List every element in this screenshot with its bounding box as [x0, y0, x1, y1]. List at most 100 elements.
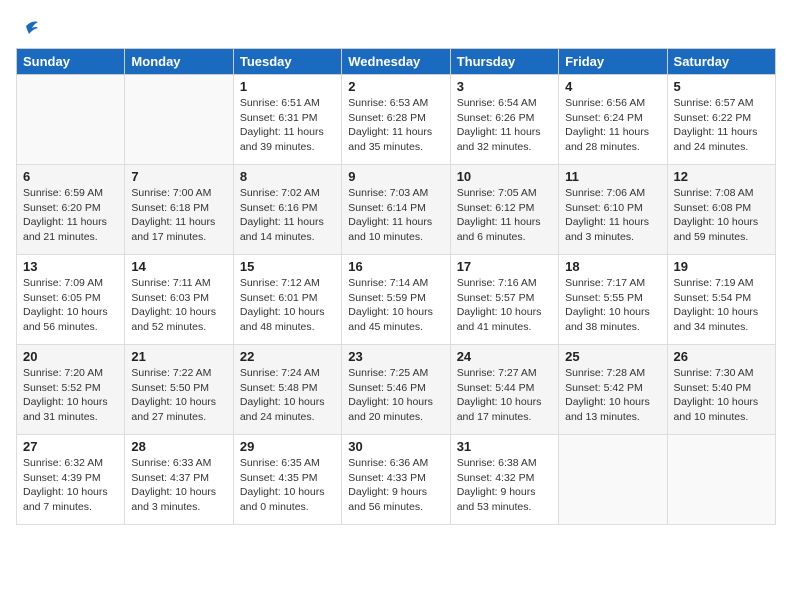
day-cell	[559, 435, 667, 525]
day-info: Sunrise: 6:54 AM Sunset: 6:26 PM Dayligh…	[457, 96, 552, 155]
logo	[16, 16, 40, 38]
day-number: 8	[240, 169, 335, 184]
day-number: 22	[240, 349, 335, 364]
day-cell: 27 Sunrise: 6:32 AM Sunset: 4:39 PM Dayli…	[17, 435, 125, 525]
logo-bird-icon	[18, 16, 40, 38]
header	[16, 16, 776, 38]
day-number: 7	[131, 169, 226, 184]
column-header-thursday: Thursday	[450, 49, 558, 75]
day-cell: 12 Sunrise: 7:08 AM Sunset: 6:08 PM Dayli…	[667, 165, 775, 255]
day-info: Sunrise: 7:24 AM Sunset: 5:48 PM Dayligh…	[240, 366, 335, 425]
day-info: Sunrise: 7:02 AM Sunset: 6:16 PM Dayligh…	[240, 186, 335, 245]
day-cell	[125, 75, 233, 165]
day-info: Sunrise: 7:05 AM Sunset: 6:12 PM Dayligh…	[457, 186, 552, 245]
day-cell: 31 Sunrise: 6:38 AM Sunset: 4:32 PM Dayli…	[450, 435, 558, 525]
column-header-tuesday: Tuesday	[233, 49, 341, 75]
day-number: 2	[348, 79, 443, 94]
week-row-5: 27 Sunrise: 6:32 AM Sunset: 4:39 PM Dayli…	[17, 435, 776, 525]
day-info: Sunrise: 7:08 AM Sunset: 6:08 PM Dayligh…	[674, 186, 769, 245]
day-cell: 3 Sunrise: 6:54 AM Sunset: 6:26 PM Daylig…	[450, 75, 558, 165]
day-cell: 9Sunrise: 7:03 AM Sunset: 6:14 PM Daylig…	[342, 165, 450, 255]
week-row-1: 1Sunrise: 6:51 AM Sunset: 6:31 PM Daylig…	[17, 75, 776, 165]
day-cell	[667, 435, 775, 525]
day-number: 26	[674, 349, 769, 364]
column-header-sunday: Sunday	[17, 49, 125, 75]
day-number: 18	[565, 259, 660, 274]
day-cell: 20 Sunrise: 7:20 AM Sunset: 5:52 PM Dayli…	[17, 345, 125, 435]
day-number: 19	[674, 259, 769, 274]
day-cell: 13 Sunrise: 7:09 AM Sunset: 6:05 PM Dayli…	[17, 255, 125, 345]
day-info: Sunrise: 6:53 AM Sunset: 6:28 PM Dayligh…	[348, 96, 443, 155]
day-number: 30	[348, 439, 443, 454]
day-info: Sunrise: 6:35 AM Sunset: 4:35 PM Dayligh…	[240, 456, 335, 515]
day-cell: 7 Sunrise: 7:00 AM Sunset: 6:18 PM Daylig…	[125, 165, 233, 255]
day-number: 13	[23, 259, 118, 274]
day-cell: 19Sunrise: 7:19 AM Sunset: 5:54 PM Dayli…	[667, 255, 775, 345]
day-info: Sunrise: 7:20 AM Sunset: 5:52 PM Dayligh…	[23, 366, 118, 425]
day-cell: 18 Sunrise: 7:17 AM Sunset: 5:55 PM Dayli…	[559, 255, 667, 345]
day-info: Sunrise: 7:09 AM Sunset: 6:05 PM Dayligh…	[23, 276, 118, 335]
day-info: Sunrise: 7:30 AM Sunset: 5:40 PM Dayligh…	[674, 366, 769, 425]
day-info: Sunrise: 7:16 AM Sunset: 5:57 PM Dayligh…	[457, 276, 552, 335]
day-number: 12	[674, 169, 769, 184]
day-number: 25	[565, 349, 660, 364]
column-header-wednesday: Wednesday	[342, 49, 450, 75]
day-number: 29	[240, 439, 335, 454]
day-info: Sunrise: 7:14 AM Sunset: 5:59 PM Dayligh…	[348, 276, 443, 335]
day-number: 14	[131, 259, 226, 274]
calendar: SundayMondayTuesdayWednesdayThursdayFrid…	[16, 48, 776, 525]
day-info: Sunrise: 6:32 AM Sunset: 4:39 PM Dayligh…	[23, 456, 118, 515]
day-cell: 11Sunrise: 7:06 AM Sunset: 6:10 PM Dayli…	[559, 165, 667, 255]
day-info: Sunrise: 6:33 AM Sunset: 4:37 PM Dayligh…	[131, 456, 226, 515]
day-number: 24	[457, 349, 552, 364]
week-row-2: 6Sunrise: 6:59 AM Sunset: 6:20 PM Daylig…	[17, 165, 776, 255]
day-cell: 1Sunrise: 6:51 AM Sunset: 6:31 PM Daylig…	[233, 75, 341, 165]
day-cell: 22 Sunrise: 7:24 AM Sunset: 5:48 PM Dayli…	[233, 345, 341, 435]
day-number: 21	[131, 349, 226, 364]
day-info: Sunrise: 7:06 AM Sunset: 6:10 PM Dayligh…	[565, 186, 660, 245]
day-info: Sunrise: 7:12 AM Sunset: 6:01 PM Dayligh…	[240, 276, 335, 335]
day-cell: 16 Sunrise: 7:14 AM Sunset: 5:59 PM Dayli…	[342, 255, 450, 345]
day-info: Sunrise: 6:57 AM Sunset: 6:22 PM Dayligh…	[674, 96, 769, 155]
day-cell: 30 Sunrise: 6:36 AM Sunset: 4:33 PM Dayli…	[342, 435, 450, 525]
column-header-friday: Friday	[559, 49, 667, 75]
day-info: Sunrise: 7:00 AM Sunset: 6:18 PM Dayligh…	[131, 186, 226, 245]
day-number: 27	[23, 439, 118, 454]
day-cell: 8 Sunrise: 7:02 AM Sunset: 6:16 PM Daylig…	[233, 165, 341, 255]
day-cell: 5Sunrise: 6:57 AM Sunset: 6:22 PM Daylig…	[667, 75, 775, 165]
day-cell: 15 Sunrise: 7:12 AM Sunset: 6:01 PM Dayli…	[233, 255, 341, 345]
day-number: 4	[565, 79, 660, 94]
day-info: Sunrise: 7:11 AM Sunset: 6:03 PM Dayligh…	[131, 276, 226, 335]
day-number: 10	[457, 169, 552, 184]
column-header-monday: Monday	[125, 49, 233, 75]
day-info: Sunrise: 7:17 AM Sunset: 5:55 PM Dayligh…	[565, 276, 660, 335]
day-number: 23	[348, 349, 443, 364]
week-row-3: 13 Sunrise: 7:09 AM Sunset: 6:05 PM Dayli…	[17, 255, 776, 345]
day-info: Sunrise: 7:22 AM Sunset: 5:50 PM Dayligh…	[131, 366, 226, 425]
column-header-saturday: Saturday	[667, 49, 775, 75]
day-cell: 25Sunrise: 7:28 AM Sunset: 5:42 PM Dayli…	[559, 345, 667, 435]
day-number: 3	[457, 79, 552, 94]
day-cell: 17Sunrise: 7:16 AM Sunset: 5:57 PM Dayli…	[450, 255, 558, 345]
day-cell: 28Sunrise: 6:33 AM Sunset: 4:37 PM Dayli…	[125, 435, 233, 525]
day-info: Sunrise: 6:38 AM Sunset: 4:32 PM Dayligh…	[457, 456, 552, 515]
day-number: 16	[348, 259, 443, 274]
calendar-header-row: SundayMondayTuesdayWednesdayThursdayFrid…	[17, 49, 776, 75]
day-cell: 2 Sunrise: 6:53 AM Sunset: 6:28 PM Daylig…	[342, 75, 450, 165]
day-cell: 6Sunrise: 6:59 AM Sunset: 6:20 PM Daylig…	[17, 165, 125, 255]
day-info: Sunrise: 6:56 AM Sunset: 6:24 PM Dayligh…	[565, 96, 660, 155]
day-cell: 4 Sunrise: 6:56 AM Sunset: 6:24 PM Daylig…	[559, 75, 667, 165]
day-cell: 10 Sunrise: 7:05 AM Sunset: 6:12 PM Dayli…	[450, 165, 558, 255]
day-info: Sunrise: 6:51 AM Sunset: 6:31 PM Dayligh…	[240, 96, 335, 155]
day-info: Sunrise: 7:27 AM Sunset: 5:44 PM Dayligh…	[457, 366, 552, 425]
day-cell: 24 Sunrise: 7:27 AM Sunset: 5:44 PM Dayli…	[450, 345, 558, 435]
day-number: 20	[23, 349, 118, 364]
week-row-4: 20 Sunrise: 7:20 AM Sunset: 5:52 PM Dayli…	[17, 345, 776, 435]
day-cell: 14 Sunrise: 7:11 AM Sunset: 6:03 PM Dayli…	[125, 255, 233, 345]
day-info: Sunrise: 7:03 AM Sunset: 6:14 PM Dayligh…	[348, 186, 443, 245]
day-number: 6	[23, 169, 118, 184]
day-info: Sunrise: 7:25 AM Sunset: 5:46 PM Dayligh…	[348, 366, 443, 425]
day-number: 15	[240, 259, 335, 274]
day-info: Sunrise: 6:36 AM Sunset: 4:33 PM Dayligh…	[348, 456, 443, 515]
day-number: 31	[457, 439, 552, 454]
